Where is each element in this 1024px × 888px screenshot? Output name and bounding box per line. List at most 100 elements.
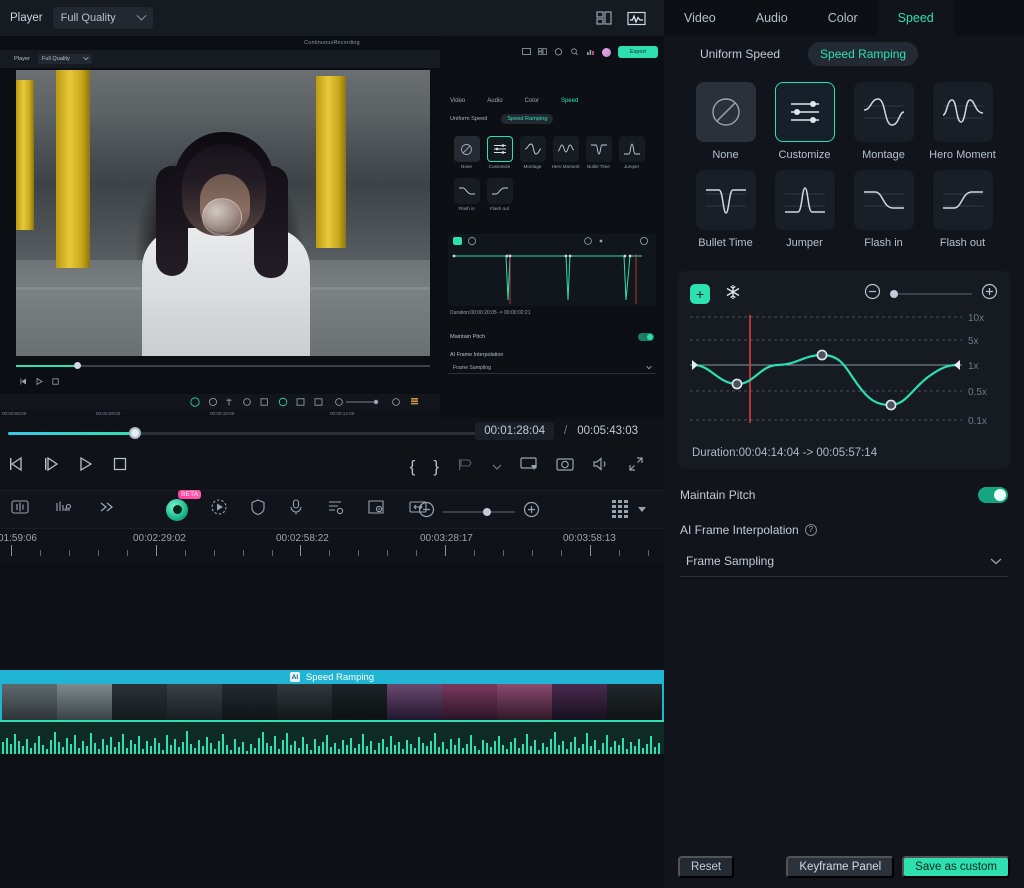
scrubber-fill xyxy=(8,432,134,435)
mask-icon[interactable] xyxy=(250,498,266,521)
curve-zoom-track[interactable] xyxy=(890,293,972,295)
speed-curve-graph[interactable]: 10x 5x 1x 0.5x 0.1x xyxy=(690,313,990,431)
tab-speed[interactable]: Speed xyxy=(878,0,954,36)
flash-in-curve-icon xyxy=(454,178,480,204)
display-icon[interactable] xyxy=(520,456,538,477)
help-icon[interactable]: ? xyxy=(805,524,817,536)
zoom-out-icon[interactable] xyxy=(418,501,435,523)
timeline-body[interactable]: AI Speed Ramping xyxy=(0,562,664,888)
video-preview[interactable]: ContinuousRecording Player Full Quality xyxy=(0,36,664,418)
add-keyframe-icon[interactable]: + xyxy=(690,284,710,304)
keyframe-panel-button[interactable]: Keyframe Panel xyxy=(786,856,894,878)
tab-color[interactable]: Color xyxy=(808,0,878,36)
grid-view-icon[interactable] xyxy=(612,500,628,518)
thumbnail xyxy=(387,684,442,720)
keyframe-point xyxy=(886,400,895,409)
preset-flash-out[interactable]: Flash out xyxy=(923,170,1002,250)
tab-video[interactable]: Video xyxy=(664,0,736,36)
reset-button[interactable]: Reset xyxy=(678,856,734,878)
inner-subtab-ramping: Speed Ramping xyxy=(501,114,553,124)
inner-curve-editor xyxy=(448,234,656,306)
mark-in-icon[interactable]: { xyxy=(410,458,416,475)
volume-icon[interactable] xyxy=(592,456,610,477)
marker-icon[interactable] xyxy=(457,457,474,477)
previous-frame-icon[interactable] xyxy=(8,456,25,477)
zoom-slider-track[interactable] xyxy=(443,511,515,513)
inner-quality-select: Full Quality xyxy=(38,54,92,64)
player-scrubber[interactable] xyxy=(8,430,492,436)
total-timecode: 00:05:43:03 xyxy=(577,425,638,437)
freeze-frame-icon[interactable] xyxy=(724,283,742,306)
waveform-scope-icon[interactable] xyxy=(627,11,646,26)
inner-help-icon xyxy=(554,48,563,56)
next-frame-icon[interactable] xyxy=(43,456,60,477)
preset-flash-in[interactable]: Flash in xyxy=(844,170,923,250)
save-as-custom-button[interactable]: Save as custom xyxy=(902,856,1010,878)
chevron-down-icon[interactable] xyxy=(638,507,646,512)
zoom-in-icon[interactable] xyxy=(523,501,540,523)
speed-curve-editor[interactable]: + xyxy=(678,271,1010,469)
gridlines xyxy=(690,317,962,420)
clip-audio-waveform[interactable] xyxy=(0,720,664,754)
preset-label: Jumper xyxy=(786,236,823,250)
subtab-speed-ramping[interactable]: Speed Ramping xyxy=(808,42,918,66)
toolbar-left-group xyxy=(10,499,116,520)
timeline-clip[interactable]: AI Speed Ramping xyxy=(0,670,664,754)
zoom-out-icon[interactable] xyxy=(864,283,881,305)
inner-ruler-label: 00:00:08:00 xyxy=(96,411,120,416)
mark-out-icon[interactable]: } xyxy=(433,458,439,475)
current-timecode[interactable]: 00:01:28:04 xyxy=(475,422,554,440)
chevron-down-icon[interactable] xyxy=(492,458,502,476)
inner-search-icon xyxy=(570,48,579,56)
inner-subtabs: Uniform Speed Speed Ramping xyxy=(450,114,553,124)
preset-customize[interactable]: Customize xyxy=(765,82,844,162)
preset-bullet-time[interactable]: Bullet Time xyxy=(686,170,765,250)
voice-recording-icon[interactable] xyxy=(288,498,304,521)
layout-grid-icon[interactable] xyxy=(596,11,613,25)
preset-montage[interactable]: Montage xyxy=(844,82,923,162)
preset-grid: None Customize Montage Hero Moment xyxy=(664,72,1024,251)
audio-stretch-icon[interactable] xyxy=(10,499,30,520)
clip-header[interactable]: AI Speed Ramping xyxy=(0,670,664,684)
ai-tools-button[interactable]: BETA xyxy=(166,499,188,521)
preset-jumper[interactable]: Jumper xyxy=(765,170,844,250)
maintain-pitch-toggle[interactable] xyxy=(978,487,1008,503)
fullscreen-icon[interactable] xyxy=(628,456,644,477)
inner-preset-flash-in: Flash in xyxy=(450,178,483,212)
inner-ai-frame-label: AI Frame Interpolation xyxy=(450,352,503,358)
thumbnail xyxy=(552,684,607,720)
frame-interpolation-value: Frame Sampling xyxy=(686,554,774,568)
keyframe-point xyxy=(732,379,741,388)
inner-export-label: Export xyxy=(630,49,646,55)
montage-curve-icon xyxy=(520,136,546,162)
motion-tracking-icon[interactable] xyxy=(210,498,228,521)
inner-preset-label: Flash in xyxy=(450,206,483,212)
subtab-uniform-speed[interactable]: Uniform Speed xyxy=(688,42,792,66)
tab-audio[interactable]: Audio xyxy=(736,0,808,36)
preset-hero-moment[interactable]: Hero Moment xyxy=(923,82,1002,162)
audio-ducking-icon[interactable] xyxy=(54,499,74,520)
inner-transport-controls xyxy=(20,378,59,385)
green-screen-icon[interactable] xyxy=(366,498,386,521)
preset-label: Hero Moment xyxy=(929,148,996,162)
inner-ruler-label: 00:00:06:00 xyxy=(2,411,26,416)
auto-caption-icon[interactable] xyxy=(326,498,344,521)
camera-icon[interactable] xyxy=(556,456,574,477)
zoom-in-icon[interactable] xyxy=(981,283,998,305)
thumbnail xyxy=(497,684,552,720)
inner-frame-sampling-select: Frame Sampling xyxy=(448,362,656,374)
chevron-down-icon xyxy=(83,55,89,61)
more-chevrons-icon[interactable] xyxy=(98,500,116,519)
play-icon[interactable] xyxy=(78,456,94,477)
scrubber-handle[interactable] xyxy=(129,427,141,439)
inner-preset-label: Flash out xyxy=(483,206,516,212)
zoom-slider-handle[interactable] xyxy=(483,508,491,516)
stop-icon[interactable] xyxy=(112,456,128,477)
quality-select[interactable]: Full Quality xyxy=(53,7,153,29)
timeline-ruler[interactable]: 01:59:06 00:02:29:02 00:02:58:22 00:03:2… xyxy=(0,528,664,562)
preset-none[interactable]: None xyxy=(686,82,765,162)
frame-interpolation-select[interactable]: Frame Sampling xyxy=(680,547,1008,577)
curve-zoom-handle[interactable] xyxy=(890,290,898,298)
timeline-zoom-slider[interactable] xyxy=(418,501,540,523)
transport-left xyxy=(8,456,128,477)
